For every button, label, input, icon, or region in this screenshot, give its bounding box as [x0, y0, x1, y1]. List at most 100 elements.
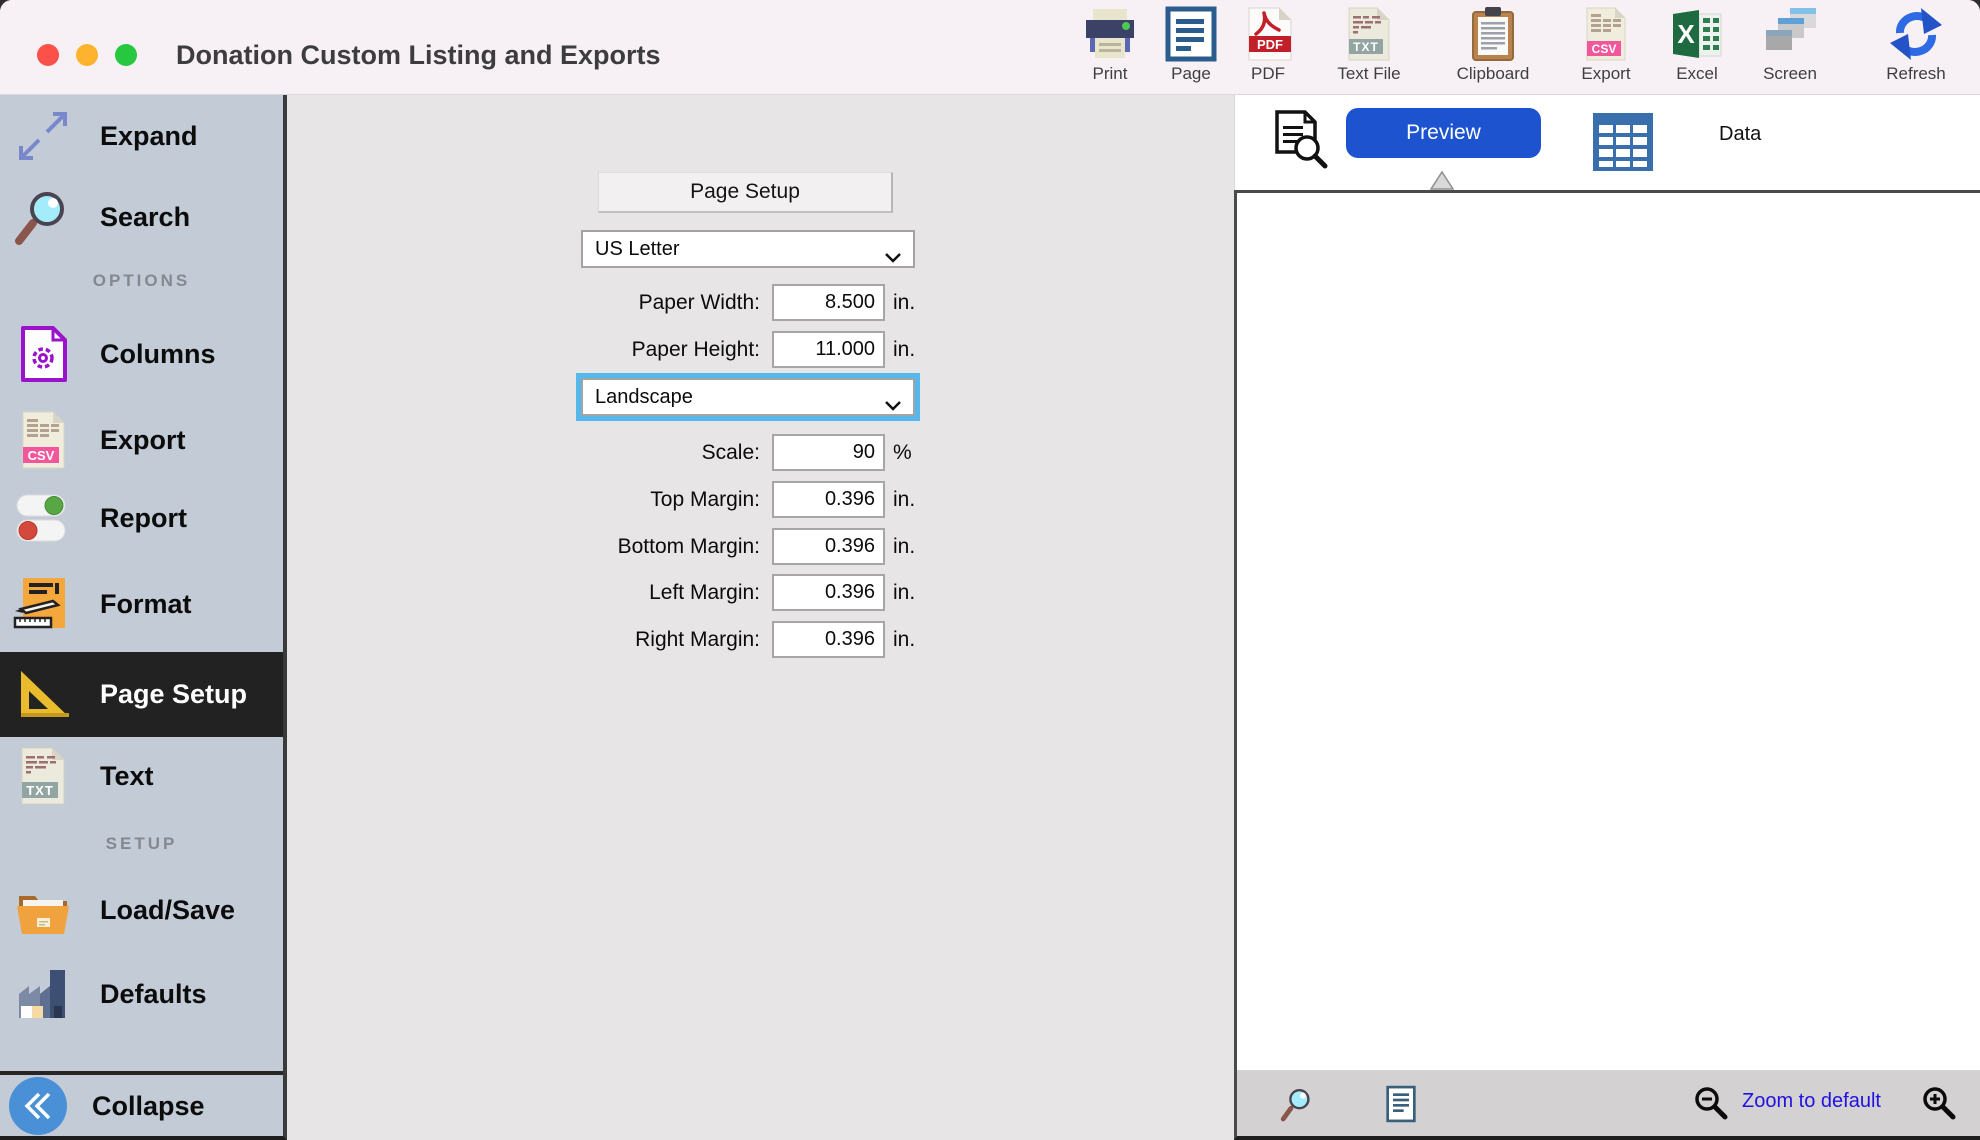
chevron-down-icon: [885, 394, 901, 417]
collapse-label: Collapse: [92, 1091, 205, 1122]
right-margin-row: Right Margin: in.: [287, 621, 947, 658]
zoom-to-default-link[interactable]: Zoom to default: [1742, 1090, 1881, 1113]
sidebar-item-report[interactable]: Report: [0, 484, 283, 552]
magnifier-tool-button[interactable]: [1279, 1085, 1315, 1123]
columns-gear-icon: [13, 324, 73, 384]
text-file-button[interactable]: TXT Text File: [1321, 6, 1417, 84]
top-margin-label: Top Margin:: [287, 481, 760, 518]
sidebar-item-text[interactable]: TXT Text: [0, 742, 283, 810]
clipboard-icon: [1445, 6, 1541, 62]
sidebar-section-setup: SETUP: [0, 834, 283, 854]
svg-text:X: X: [1677, 19, 1695, 49]
set-square-icon: [13, 665, 73, 725]
zoom-window-button[interactable]: [115, 44, 137, 66]
toolbar-label-refresh: Refresh: [1868, 64, 1964, 84]
bottom-margin-unit: in.: [893, 528, 915, 565]
orientation-value: Landscape: [595, 386, 693, 409]
toolbar-label-clipboard: Clipboard: [1445, 64, 1541, 84]
toolbar-label-export: Export: [1558, 64, 1654, 84]
svg-text:TXT: TXT: [26, 783, 54, 798]
csv-file-icon: CSV: [13, 410, 73, 470]
left-margin-unit: in.: [893, 574, 915, 611]
folder-icon: [13, 880, 73, 940]
preview-tab-strip: Preview Data: [1234, 95, 1980, 190]
bottom-margin-input[interactable]: [772, 528, 885, 565]
svg-text:CSV: CSV: [1592, 42, 1617, 56]
scale-input[interactable]: [772, 434, 885, 471]
scale-row: Scale: %: [287, 434, 947, 471]
top-margin-input[interactable]: [772, 481, 885, 518]
sidebar-collapse-button[interactable]: Collapse: [0, 1075, 283, 1137]
right-margin-input[interactable]: [772, 621, 885, 658]
paper-height-unit: in.: [893, 331, 915, 368]
format-pencil-ruler-icon: [13, 574, 73, 634]
sidebar-item-label: Columns: [100, 339, 216, 370]
toolbar-label-screen: Screen: [1742, 64, 1838, 84]
collapse-chevrons-icon: [8, 1076, 68, 1136]
paper-height-input[interactable]: [772, 331, 885, 368]
report-document-icon[interactable]: [1385, 1085, 1417, 1123]
sidebar-item-label: Format: [100, 589, 192, 620]
title-bar: Donation Custom Listing and Exports Prin…: [0, 0, 1980, 95]
preview-caret-icon: [1430, 171, 1454, 195]
scale-label: Scale:: [287, 434, 760, 471]
top-margin-row: Top Margin: in.: [287, 481, 947, 518]
screen-windows-icon: [1742, 6, 1838, 62]
sidebar: Expand Search OPTIONS Columns: [0, 95, 287, 1140]
window-title: Donation Custom Listing and Exports: [176, 40, 661, 71]
sidebar-item-defaults[interactable]: Defaults: [0, 960, 283, 1028]
paper-size-select[interactable]: US Letter: [581, 230, 915, 268]
sidebar-item-columns[interactable]: Columns: [0, 320, 283, 388]
data-table-icon[interactable]: [1592, 112, 1654, 172]
sidebar-item-label: Search: [100, 202, 190, 233]
search-icon: [13, 187, 73, 247]
sidebar-item-label: Defaults: [100, 979, 207, 1010]
sidebar-item-export[interactable]: CSV Export: [0, 406, 283, 474]
excel-button[interactable]: X Excel: [1649, 6, 1745, 84]
screen-button[interactable]: Screen: [1742, 6, 1838, 84]
sidebar-item-page-setup[interactable]: Page Setup: [0, 652, 283, 737]
page-setup-panel: Page Setup US Letter Paper Width: in. Pa…: [287, 95, 1234, 1140]
close-button[interactable]: [37, 44, 59, 66]
tab-preview[interactable]: Preview: [1346, 108, 1541, 158]
tab-data[interactable]: Data: [1719, 123, 1761, 146]
paper-width-input[interactable]: [772, 284, 885, 321]
tab-preview-label: Preview: [1406, 121, 1481, 145]
sidebar-section-options: OPTIONS: [0, 271, 283, 291]
paper-width-label: Paper Width:: [287, 284, 760, 321]
sidebar-item-label: Expand: [100, 121, 198, 152]
preview-canvas: [1234, 190, 1980, 1070]
clipboard-button[interactable]: Clipboard: [1445, 6, 1541, 84]
pdf-button[interactable]: PDF PDF: [1220, 6, 1316, 84]
top-margin-unit: in.: [893, 481, 915, 518]
expand-icon: [13, 106, 73, 166]
paper-width-row: Paper Width: in.: [287, 284, 947, 321]
sidebar-item-format[interactable]: Format: [0, 570, 283, 638]
zoom-in-icon[interactable]: [1922, 1086, 1956, 1120]
bottom-margin-row: Bottom Margin: in.: [287, 528, 947, 565]
left-margin-label: Left Margin:: [287, 574, 760, 611]
sidebar-item-search[interactable]: Search: [0, 183, 283, 251]
right-margin-label: Right Margin:: [287, 621, 760, 658]
page-setup-header: Page Setup: [598, 172, 893, 213]
paper-width-unit: in.: [893, 284, 915, 321]
chevron-down-icon: [885, 246, 901, 269]
svg-text:CSV: CSV: [28, 448, 55, 463]
paper-height-label: Paper Height:: [287, 331, 760, 368]
sidebar-item-load-save[interactable]: Load/Save: [0, 876, 283, 944]
export-button[interactable]: CSV Export: [1558, 6, 1654, 84]
preview-panel: Preview Data: [1234, 95, 1980, 1140]
sidebar-item-expand[interactable]: Expand: [0, 102, 283, 170]
sidebar-item-label: Load/Save: [100, 895, 235, 926]
orientation-select[interactable]: Landscape: [581, 378, 915, 416]
minimize-button[interactable]: [76, 44, 98, 66]
factory-icon: [13, 964, 73, 1024]
zoom-out-icon[interactable]: [1694, 1086, 1728, 1120]
excel-icon: X: [1649, 6, 1745, 62]
refresh-icon: [1868, 6, 1964, 62]
refresh-button[interactable]: Refresh: [1868, 6, 1964, 84]
toggles-icon: [13, 488, 73, 548]
left-margin-input[interactable]: [772, 574, 885, 611]
bottom-margin-label: Bottom Margin:: [287, 528, 760, 565]
sidebar-item-label: Page Setup: [100, 679, 247, 710]
